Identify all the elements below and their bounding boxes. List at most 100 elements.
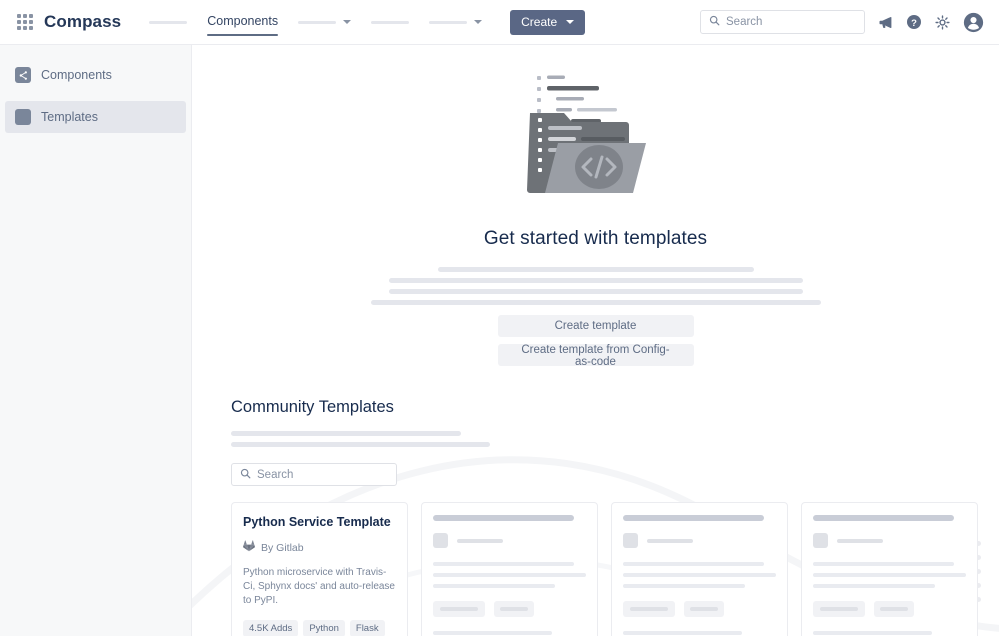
sidebar-item-label: Components <box>41 68 112 82</box>
search-icon <box>240 466 251 484</box>
sidebar-item-label: Templates <box>41 110 98 124</box>
skeleton-bar <box>813 584 936 588</box>
skeleton-tag <box>684 601 724 617</box>
hero-empty-state: Get started with templates Create templa… <box>192 45 999 368</box>
skeleton-title-bar <box>433 515 574 521</box>
nav-item-placeholder-3[interactable] <box>361 0 419 44</box>
notifications-megaphone-icon[interactable] <box>878 15 893 30</box>
sidebar-item-templates[interactable]: Templates <box>5 101 186 133</box>
skeleton-avatar <box>433 533 448 548</box>
help-question-icon[interactable]: ? <box>906 14 922 30</box>
hero-placeholder-lines <box>370 267 821 305</box>
global-search-box[interactable] <box>700 10 865 34</box>
placeholder-bar <box>429 20 468 24</box>
placeholder-bar <box>388 289 803 294</box>
component-share-icon <box>15 67 31 83</box>
template-card[interactable]: Python Service Template By Gitlab Python… <box>231 502 408 636</box>
placeholder-bar <box>231 431 461 436</box>
create-button[interactable]: Create <box>510 9 586 35</box>
create-button-label: Create <box>521 15 558 29</box>
skeleton-tag <box>813 601 865 617</box>
nav-item-placeholder-4[interactable] <box>419 0 492 44</box>
skeleton-bar <box>623 631 743 635</box>
global-header: Compass Components Create Search ? <box>0 0 999 45</box>
gitlab-logo-icon <box>243 539 255 557</box>
folder-code-illustration <box>192 61 999 211</box>
skeleton-bar <box>837 538 883 543</box>
main-content: Get started with templates Create templa… <box>192 45 999 636</box>
nav-item-placeholder-1[interactable] <box>139 0 197 44</box>
template-card-skeleton[interactable] <box>421 502 598 636</box>
template-square-icon <box>15 109 31 125</box>
skeleton-avatar <box>813 533 828 548</box>
template-card-author-label: By Gitlab <box>261 542 304 554</box>
template-card-skeleton[interactable] <box>801 502 978 636</box>
chevron-down-icon <box>474 20 483 24</box>
template-card-tags: 4.5K Adds Python Flask <box>243 620 396 636</box>
placeholder-bar <box>388 278 803 283</box>
skeleton-tags <box>623 601 776 617</box>
skeleton-bar <box>433 562 574 566</box>
community-search-input[interactable] <box>257 468 388 481</box>
template-card-description: Python microservice with Travis-Ci, Sphy… <box>243 567 395 606</box>
placeholder-bar <box>231 442 490 447</box>
create-template-from-config-as-code-button[interactable]: Create template from Config-as-code <box>497 344 694 368</box>
chevron-down-icon <box>566 20 575 24</box>
skeleton-bar <box>433 584 556 588</box>
skeleton-tag <box>433 601 485 617</box>
skeleton-bar <box>623 562 764 566</box>
skeleton-description <box>813 562 966 588</box>
page-title: Get started with templates <box>483 228 708 249</box>
grid-apps-icon[interactable] <box>14 11 36 33</box>
tag-badge: 4.5K Adds <box>243 620 299 636</box>
skeleton-author-row <box>813 533 966 548</box>
skeleton-tag <box>874 601 914 617</box>
skeleton-bar <box>623 573 776 577</box>
user-avatar-icon[interactable] <box>963 12 984 33</box>
sidebar-item-components[interactable]: Components <box>5 59 186 91</box>
skeleton-bar <box>813 573 966 577</box>
tag-badge: Python <box>303 620 345 636</box>
chevron-down-icon <box>343 20 352 24</box>
skeleton-description <box>623 562 776 588</box>
skeleton-tag <box>623 601 675 617</box>
skeleton-bar <box>457 538 503 543</box>
template-card-author: By Gitlab <box>243 539 396 557</box>
skeleton-title-bar <box>813 515 954 521</box>
svg-text:?: ? <box>911 18 917 29</box>
skeleton-author-row <box>623 533 776 548</box>
section-title: Community Templates <box>231 398 394 416</box>
skeleton-bar <box>433 631 553 635</box>
placeholder-bar <box>298 20 337 24</box>
template-card-skeleton[interactable] <box>611 502 788 636</box>
hero-actions: Create template Create template from Con… <box>192 315 999 368</box>
skeleton-description <box>433 562 586 588</box>
nav-item-label: Components <box>207 13 279 28</box>
nav-item-placeholder-2[interactable] <box>288 0 361 44</box>
left-sidebar: Components Templates <box>0 45 192 636</box>
placeholder-bar <box>437 267 754 272</box>
skeleton-bar <box>623 584 746 588</box>
global-search-input[interactable] <box>726 16 856 28</box>
skeleton-bar <box>813 562 954 566</box>
primary-nav: Components <box>139 0 492 44</box>
section-placeholder-lines <box>231 431 999 447</box>
skeleton-avatar <box>623 533 638 548</box>
placeholder-bar <box>149 20 188 24</box>
skeleton-tags <box>813 601 966 617</box>
skeleton-bar <box>647 538 693 543</box>
skeleton-tag <box>494 601 534 617</box>
search-icon <box>709 13 720 31</box>
skeleton-title-bar <box>623 515 764 521</box>
placeholder-bar <box>370 300 821 305</box>
create-template-button[interactable]: Create template <box>497 315 694 337</box>
header-actions: ? <box>700 10 984 34</box>
skeleton-bar <box>433 573 586 577</box>
community-search-box[interactable] <box>231 463 397 486</box>
settings-gear-icon[interactable] <box>935 14 950 30</box>
tag-badge: Flask <box>349 620 385 636</box>
placeholder-bar <box>371 20 410 24</box>
community-templates-section: Community Templates Python Service Templ… <box>192 398 999 636</box>
nav-item-components[interactable]: Components <box>197 0 288 44</box>
brand-logo-compass[interactable]: Compass <box>44 12 121 32</box>
